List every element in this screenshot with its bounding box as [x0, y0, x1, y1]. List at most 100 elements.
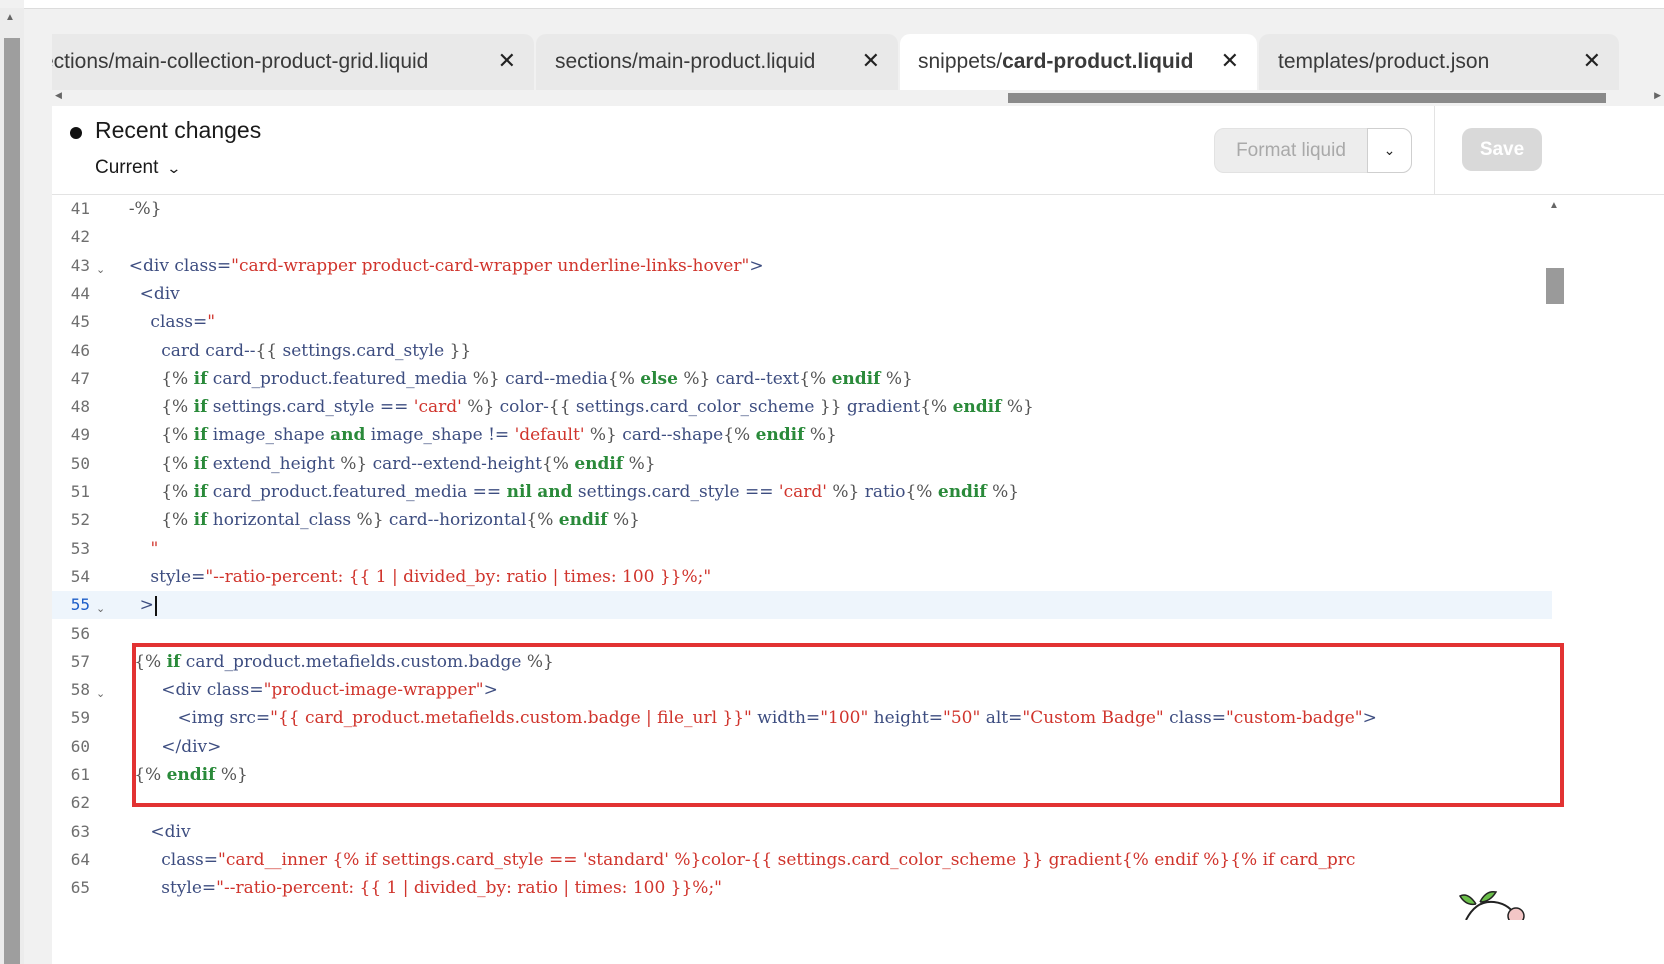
tab-product-json[interactable]: templates/product.json ✕: [1259, 34, 1619, 90]
line-number: 48: [70, 397, 90, 417]
save-button[interactable]: Save: [1462, 128, 1542, 171]
code-text: class="card__inner {% if settings.card_s…: [118, 849, 1356, 870]
format-liquid-label: Format liquid: [1236, 140, 1346, 161]
line-number: 55: [70, 595, 90, 615]
code-text: <div: [118, 821, 191, 842]
recent-changes-title: Recent changes: [95, 117, 262, 143]
close-icon[interactable]: ✕: [1221, 50, 1239, 72]
code-line[interactable]: 65 style="--ratio-percent: {{ 1 | divide…: [52, 874, 1552, 902]
code-line[interactable]: 45 class=": [52, 308, 1552, 336]
version-label: Current: [95, 157, 159, 178]
tab-label: snippets/card-product.liquid: [918, 50, 1194, 73]
line-number: 43: [70, 255, 90, 275]
line-number: 44: [70, 283, 90, 303]
code-text: style="--ratio-percent: {{ 1 | divided_b…: [118, 566, 712, 587]
tabs-scrollbar-thumb[interactable]: [1008, 93, 1606, 103]
text-cursor: [154, 595, 157, 616]
header-divider: [1434, 106, 1435, 194]
scroll-up-arrow-icon[interactable]: ▲: [5, 12, 15, 23]
file-tabs: ections/main-collection-product-grid.liq…: [52, 34, 1646, 90]
code-editor[interactable]: 41 -%} 42 43 ⌄ <div class="card-wrapper pro…: [52, 195, 1664, 964]
code-text: class=": [118, 312, 216, 333]
highlight-box: [132, 643, 1564, 807]
chevron-down-icon: ⌄: [1383, 142, 1396, 158]
code-text: {% if image_shape and image_shape != 'de…: [161, 425, 837, 446]
close-icon[interactable]: ✕: [862, 50, 880, 72]
code-text: <div: [118, 283, 180, 304]
code-line[interactable]: 41 -%}: [52, 195, 1552, 223]
code-line[interactable]: 47 {% if card_product.featured_media %} …: [52, 365, 1552, 393]
line-number: 53: [70, 538, 90, 558]
line-number: 63: [70, 821, 90, 841]
editor-panel: Recent changes Current ⌄ Format liquid ⌄ …: [52, 106, 1664, 964]
code-line[interactable]: 55 ⌄ >: [52, 591, 1552, 620]
scroll-right-arrow-icon[interactable]: ▶: [1654, 90, 1661, 101]
code-text: style="--ratio-percent: {{ 1 | divided_b…: [118, 878, 722, 899]
format-liquid-button[interactable]: Format liquid ⌄: [1214, 128, 1412, 173]
unsaved-dot-icon: [70, 127, 82, 139]
line-number: 58: [70, 680, 90, 700]
editor-scrollbar-thumb[interactable]: [1546, 268, 1564, 304]
tab-label: ections/main-collection-product-grid.liq…: [52, 50, 429, 73]
code-line[interactable]: 48 {% if settings.card_style == 'card' %…: [52, 393, 1552, 421]
code-line[interactable]: 52 {% if horizontal_class %} card--horiz…: [52, 506, 1552, 534]
scroll-left-arrow-icon[interactable]: ◀: [55, 90, 62, 101]
code-line[interactable]: 63 <div: [52, 818, 1552, 846]
close-icon[interactable]: ✕: [498, 50, 516, 72]
code-text: {% if settings.card_style == 'card' %} c…: [161, 397, 1034, 418]
code-text: {% if horizontal_class %} card--horizont…: [161, 510, 641, 531]
code-text: >: [118, 591, 157, 619]
code-text: {% if card_product.featured_media %} car…: [161, 368, 913, 389]
code-text: {% if card_product.featured_media == nil…: [161, 482, 1020, 502]
line-number: 41: [70, 199, 90, 218]
code-line[interactable]: 49 {% if image_shape and image_shape != …: [52, 421, 1552, 449]
line-number: 65: [70, 878, 90, 898]
code-text: {% if extend_height %} card--extend-heig…: [161, 453, 656, 474]
code-text: ": [150, 538, 159, 559]
line-number: 51: [70, 482, 90, 501]
line-number: 60: [70, 736, 90, 756]
chevron-down-icon: ⌄: [166, 160, 182, 176]
line-number: 52: [70, 510, 90, 530]
line-number: 45: [70, 312, 90, 332]
code-line[interactable]: 43 ⌄ <div class="card-wrapper product-car…: [52, 252, 1552, 280]
code-text: -%}: [128, 199, 162, 219]
line-number: 47: [70, 368, 90, 388]
editor-vertical-scrollbar[interactable]: ▲: [1544, 196, 1564, 964]
code-line[interactable]: 44 <div: [52, 280, 1552, 308]
line-number: 50: [70, 453, 90, 473]
tab-main-collection-product-grid[interactable]: ections/main-collection-product-grid.liq…: [52, 34, 534, 90]
tabs-horizontal-scrollbar[interactable]: ◀ ▶: [52, 90, 1664, 106]
line-number: 57: [70, 651, 90, 671]
left-scrollbar-thumb[interactable]: [4, 38, 20, 964]
left-scrollbar[interactable]: ▲: [0, 8, 24, 964]
code-line[interactable]: 53 ": [52, 535, 1552, 563]
code-line[interactable]: 54 style="--ratio-percent: {{ 1 | divide…: [52, 563, 1552, 591]
code-line[interactable]: 42: [52, 223, 1552, 251]
line-number: 59: [70, 708, 90, 728]
code-line[interactable]: 51 {% if card_product.featured_media == …: [52, 478, 1552, 506]
code-line[interactable]: 64 class="card__inner {% if settings.car…: [52, 846, 1552, 874]
window-top-border: [24, 0, 1664, 9]
scroll-up-arrow-icon[interactable]: ▲: [1549, 200, 1559, 211]
close-icon[interactable]: ✕: [1583, 50, 1601, 72]
line-number: 62: [70, 793, 90, 813]
line-number: 56: [70, 623, 90, 643]
line-number: 46: [70, 340, 90, 360]
code-line[interactable]: 50 {% if extend_height %} card--extend-h…: [52, 450, 1552, 478]
version-selector[interactable]: Current ⌄: [95, 157, 182, 179]
line-number: 54: [70, 566, 90, 586]
tab-label: sections/main-product.liquid: [555, 50, 816, 73]
tab-label: templates/product.json: [1278, 50, 1490, 73]
tab-card-product[interactable]: snippets/card-product.liquid ✕: [900, 34, 1257, 90]
line-number: 61: [70, 765, 90, 784]
line-number: 42: [70, 227, 90, 247]
tab-main-product[interactable]: sections/main-product.liquid ✕: [536, 34, 898, 90]
code-text: card card--{{ settings.card_style }}: [118, 340, 472, 361]
code-line[interactable]: 46 card card--{{ settings.card_style }}: [52, 337, 1552, 365]
code-text: <div class="card-wrapper product-card-wr…: [118, 255, 764, 276]
editor-header: Recent changes Current ⌄ Format liquid ⌄ …: [52, 106, 1664, 195]
line-number: 49: [70, 425, 90, 445]
line-number: 64: [70, 849, 90, 869]
format-options-dropdown[interactable]: ⌄: [1367, 128, 1412, 173]
